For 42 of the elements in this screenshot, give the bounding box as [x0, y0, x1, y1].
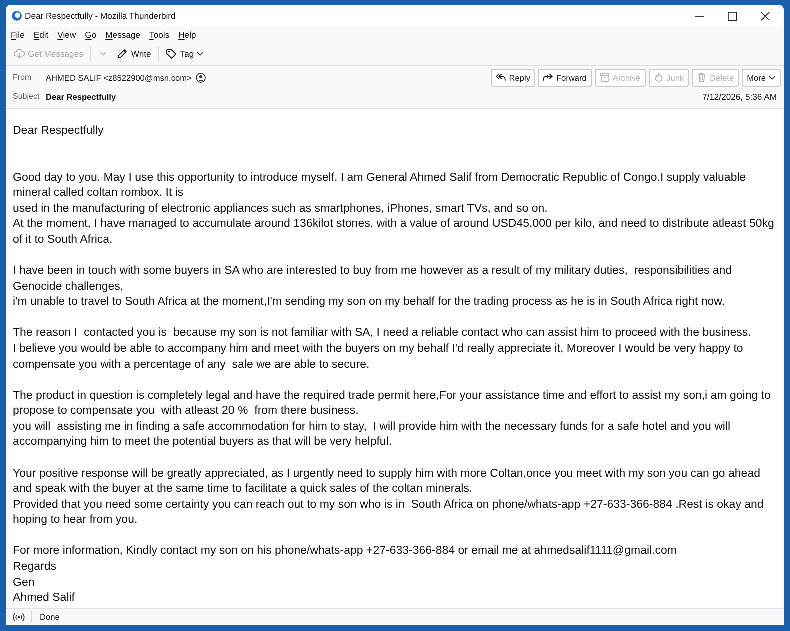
- more-button[interactable]: More: [742, 68, 781, 86]
- body-paragraph: For more information, Kindly contact my son on his phone/whats-app +27-633-366-884 or email me at ahmedsalif1111@gmail.com Regards Gen Ahmed Salif: [13, 544, 678, 606]
- menu-item[interactable]: Go: [85, 30, 97, 40]
- broadcast-icon: [13, 612, 25, 622]
- maximize-icon[interactable]: [728, 12, 737, 20]
- chevron-down-icon: [769, 76, 776, 80]
- from-label: From: [13, 73, 33, 82]
- menu-item[interactable]: Help: [178, 30, 196, 40]
- menu-item[interactable]: File: [11, 30, 25, 40]
- body-paragraph: Your positive response will be greatly appreciated, as I urgently need to supply him with more Coltan,once you meet with my son you can go ahead and speak with the buyer at the same time to facilitate a quick sales of the coltan minerals. Provided that you need some certainty you can reach out to my son who is in South Africa on phone/whats-app +27-633-366-884 .Rest is okay and hoping to hear from you.: [13, 466, 765, 528]
- forward-icon: [543, 73, 554, 82]
- body-paragraph: I have been in touch with some buyers in SA who are interested to buy from me however as a result of my military duties, responsibilities and Genocide challenges, i'm unable to travel to South Africa at the moment,I'm sending my son on my behalf for the trading process as he is in South Africa right now.: [13, 264, 734, 310]
- cloud-download-icon: [14, 48, 25, 58]
- contact-icon[interactable]: [196, 72, 206, 82]
- body-paragraph: The reason I contacted you is because my son is not familiar with SA, I need a reliable contact who can assist him to proceed with the business. I believe you would be able to accompany him and meet with the buyers on my behalf I'd really appreciate it, Moreover I would be very happy to compensate you with a percentage of any sale we are able to secure.: [13, 326, 752, 373]
- subject-label: Subject: [13, 92, 41, 101]
- status-text: Done: [40, 612, 60, 622]
- close-icon[interactable]: [761, 12, 770, 20]
- window-title: Dear Respectfully - Mozilla Thunderbird: [25, 11, 176, 21]
- trash-icon: [697, 73, 708, 82]
- chevron-down-icon: [100, 52, 108, 56]
- message-date: 7/12/2026, 5:36 AM: [702, 92, 778, 102]
- reply-button[interactable]: Reply: [491, 68, 536, 86]
- forward-button[interactable]: Forward: [538, 68, 592, 86]
- menu-item[interactable]: Edit: [34, 30, 49, 40]
- subject-text: Dear Respectfully: [46, 92, 116, 102]
- body-paragraph: Good day to you. May I use this opportunity to introduce myself. I am General Ahmed Salif from Democratic Republic of Congo.I supply valuable mineral called coltan rombox. It is used in the manufacturing of electronic appliances such as smartphones, iPhones, smart TVs, and so on. At the moment, I have managed to accumulate around 136kilot stones, with a value of around USD45,000 per kilo, and need to distribute atleast 50kg of it to South Africa.: [13, 170, 776, 248]
- write-button[interactable]: Write: [113, 46, 156, 60]
- archive-box-icon: [600, 73, 610, 82]
- tag-icon: [166, 48, 178, 58]
- menu-item[interactable]: Message: [106, 30, 141, 40]
- app-logo-icon: [12, 11, 22, 21]
- chevron-down-icon: [197, 52, 204, 56]
- flame-icon: [654, 73, 664, 82]
- pencil-icon: [117, 48, 128, 58]
- menu-item[interactable]: Tools: [150, 30, 170, 40]
- tag-button[interactable]: Tag: [162, 46, 208, 60]
- sender-address[interactable]: AHMED SALIF <z8522900@msn.com>: [46, 72, 192, 82]
- menu-item[interactable]: View: [58, 30, 76, 40]
- body-paragraph: The product in question is completely legal and have the required trade permit here,For your assistance time and effort to assist my son,i am going to propose to compensate you with atleast 20 % from there business. you will assisting me in finding a safe accommodation for him to stay, I will provide him with the necessary funds for a safe hotel and you will accompanying him to meet the potential buyers as that will be very helpful.: [13, 388, 772, 450]
- reply-icon: [496, 73, 506, 82]
- greeting-text: Dear Respectfully: [13, 124, 105, 139]
